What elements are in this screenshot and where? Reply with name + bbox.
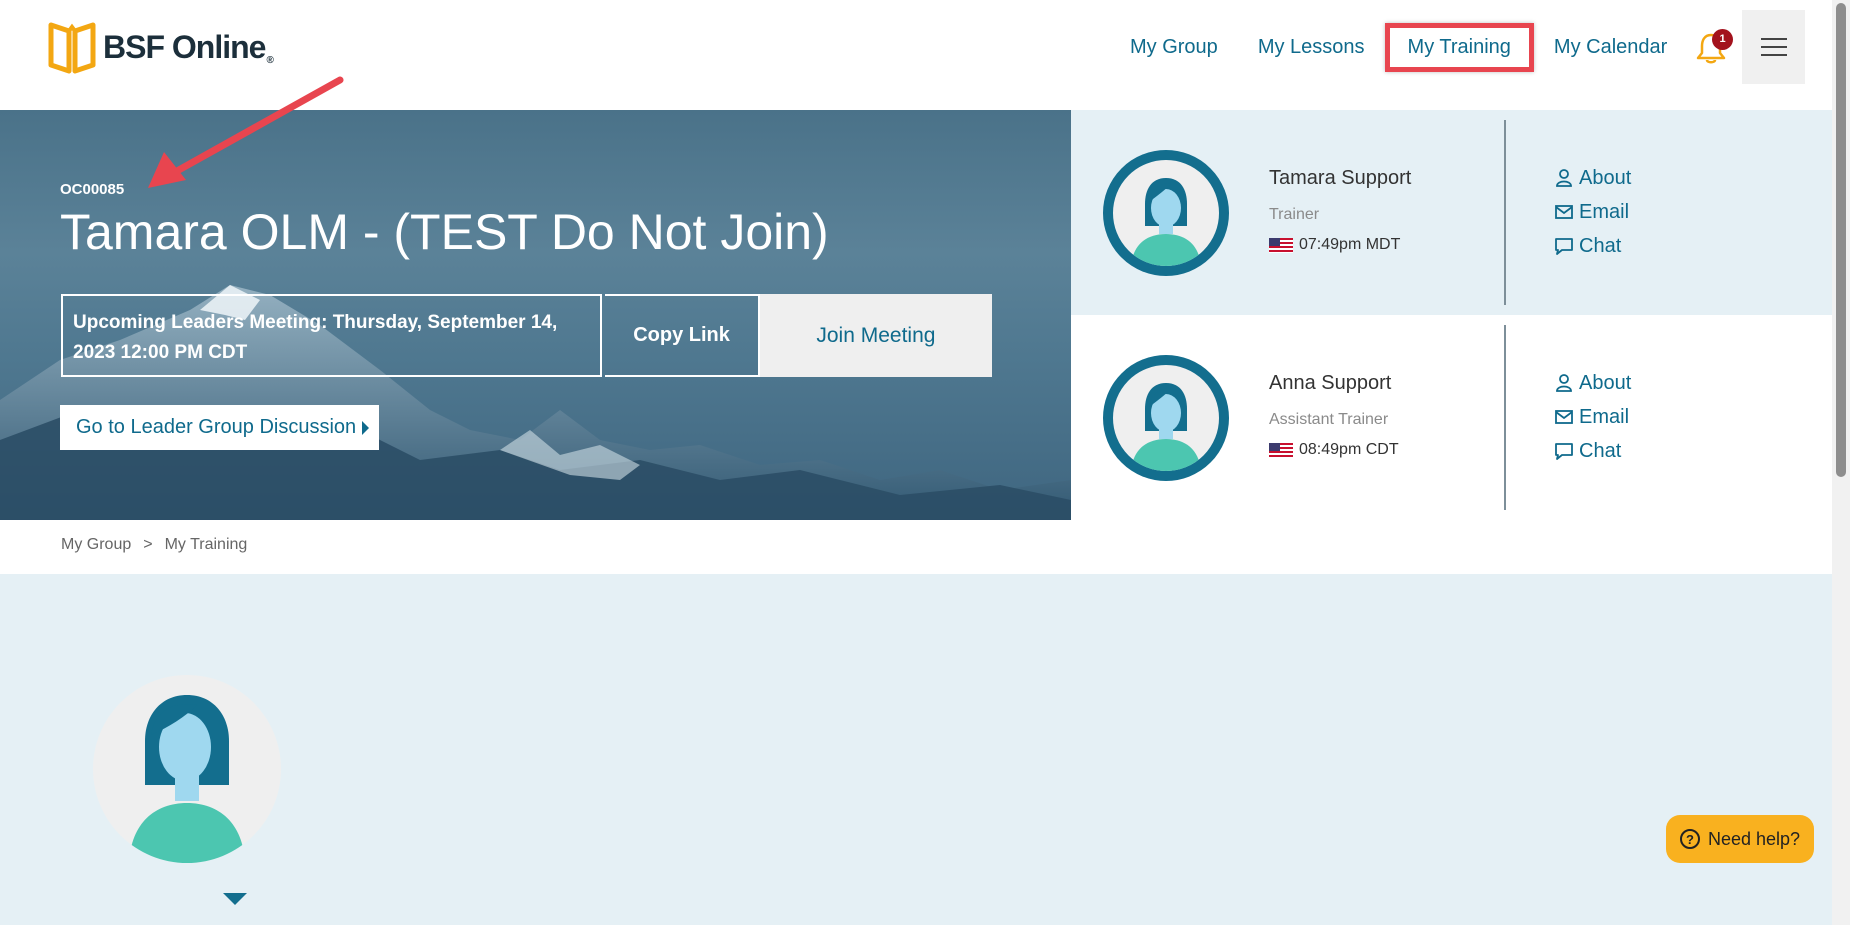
logo-text: BSF Online® <box>103 28 274 66</box>
envelope-icon <box>1555 205 1573 219</box>
group-code: OC00085 <box>60 181 125 198</box>
female-avatar-icon <box>1131 178 1201 266</box>
chat-link[interactable]: Chat <box>1554 438 1631 464</box>
book-logo-icon <box>48 22 96 74</box>
top-header: BSF Online® My Group My Lessons My Train… <box>0 0 1832 110</box>
divider <box>1504 120 1506 305</box>
envelope-icon <box>1555 410 1573 424</box>
email-link[interactable]: Email <box>1554 199 1631 225</box>
email-link[interactable]: Email <box>1554 404 1631 430</box>
user-icon <box>1556 169 1572 187</box>
bsf-logo[interactable]: BSF Online® <box>47 19 274 75</box>
trainer-avatar <box>1103 150 1229 276</box>
group-title: Tamara OLM - (TEST Do Not Join) <box>60 204 829 260</box>
need-help-button[interactable]: ? Need help? <box>1666 815 1814 863</box>
user-icon <box>1556 374 1572 392</box>
breadcrumb-my-training: My Training <box>164 536 248 553</box>
hamburger-icon <box>1760 38 1787 40</box>
scrollbar-thumb[interactable] <box>1836 3 1846 477</box>
upcoming-meeting-bar: Upcoming Leaders Meeting: Thursday, Sept… <box>61 294 993 377</box>
trainer-time-text: 08:49pm CDT <box>1299 441 1399 458</box>
chat-bubble-icon <box>1555 443 1573 460</box>
main-nav: My Group My Lessons My Training My Calen… <box>1110 23 1687 72</box>
group-hero-banner: OC00085 Tamara OLM - (TEST Do Not Join) … <box>0 110 1071 520</box>
page-scrollbar[interactable] <box>1832 0 1850 925</box>
chat-link-label: Chat <box>1579 439 1622 462</box>
about-link[interactable]: About <box>1554 370 1631 396</box>
email-link-label: Email <box>1579 200 1630 223</box>
question-icon: ? <box>1679 829 1700 849</box>
divider <box>1504 325 1506 510</box>
trainer-role: Assistant Trainer <box>1269 411 1389 428</box>
trainer-actions: About Email Chat <box>1554 370 1631 464</box>
leader-group-discussion-button[interactable]: Go to Leader Group Discussion <box>60 405 379 450</box>
trainer-role: Trainer <box>1269 206 1320 223</box>
about-link-label: About <box>1579 166 1632 189</box>
trainer-avatar <box>1103 355 1229 481</box>
training-content-area: ? Need help? <box>0 574 1832 925</box>
discussion-button-label: Go to Leader Group Discussion <box>76 416 357 438</box>
trainer-name: Anna Support <box>1269 372 1392 394</box>
caret-down-icon[interactable] <box>223 893 247 905</box>
about-link[interactable]: About <box>1554 165 1631 191</box>
trainer-card: Tamara Support Trainer 07:49pm MDT About… <box>1071 110 1832 315</box>
nav-my-training[interactable]: My Training <box>1384 23 1534 72</box>
breadcrumb-separator: > <box>143 536 153 553</box>
trainer-name: Tamara Support <box>1269 167 1412 189</box>
copy-link-button[interactable]: Copy Link <box>605 294 760 377</box>
chat-link[interactable]: Chat <box>1554 233 1631 259</box>
us-flag-icon <box>1269 237 1293 253</box>
us-flag-icon <box>1269 442 1293 458</box>
female-avatar-icon <box>1131 383 1201 471</box>
member-avatar[interactable] <box>93 675 281 863</box>
trainer-card: Anna Support Assistant Trainer 08:49pm C… <box>1071 315 1832 520</box>
upcoming-meeting-text: Upcoming Leaders Meeting: Thursday, Sept… <box>61 294 603 377</box>
join-meeting-button[interactable]: Join Meeting <box>759 294 993 377</box>
nav-my-calendar[interactable]: My Calendar <box>1534 30 1687 65</box>
trainer-local-time: 07:49pm MDT <box>1269 236 1400 254</box>
breadcrumb-my-group[interactable]: My Group <box>61 536 131 554</box>
trainers-panel: Tamara Support Trainer 07:49pm MDT About… <box>1071 110 1832 520</box>
chat-link-label: Chat <box>1579 234 1622 257</box>
female-avatar-icon <box>129 695 245 863</box>
nav-my-lessons[interactable]: My Lessons <box>1238 30 1385 65</box>
trainer-local-time: 08:49pm CDT <box>1269 441 1399 459</box>
email-link-label: Email <box>1579 405 1630 428</box>
caret-right-icon <box>362 420 370 435</box>
trainer-actions: About Email Chat <box>1554 165 1631 259</box>
about-link-label: About <box>1579 371 1632 394</box>
hamburger-menu-button[interactable] <box>1742 10 1805 84</box>
nav-my-group[interactable]: My Group <box>1110 30 1238 65</box>
chat-bubble-icon <box>1555 238 1573 255</box>
breadcrumb: My Group > My Training <box>61 536 247 554</box>
trainer-time-text: 07:49pm MDT <box>1299 236 1401 253</box>
notification-badge: 1 <box>1712 29 1733 50</box>
need-help-label: Need help? <box>1707 828 1801 849</box>
